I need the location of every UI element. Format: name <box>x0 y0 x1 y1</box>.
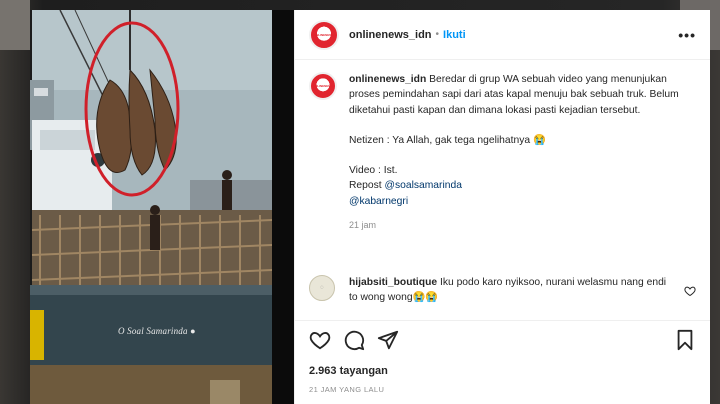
post-date: 21 JAM YANG LALU <box>309 385 385 394</box>
caption-netizen: Netizen : Ya Allah, gak tega ngelihatnya… <box>349 134 546 146</box>
commenter-username[interactable]: hijabsiti_boutique <box>349 277 437 288</box>
action-icons <box>309 329 696 353</box>
separator-dot: • <box>435 29 440 40</box>
commenter-avatar[interactable]: ◌ <box>309 275 335 301</box>
post-modal: O Soal Samarinda ● ONLINENEWS onlinenews… <box>30 10 710 404</box>
caption-avatar-logo-text: ONLINENEWS <box>312 84 334 88</box>
caption-time: 21 jam <box>349 220 377 231</box>
repost-link[interactable]: @soalsamarinda <box>385 180 462 191</box>
video-frame <box>30 10 294 404</box>
caption-main: onlinenews_idn Beredar di grup WA sebuah… <box>349 72 685 118</box>
post-actions: 2.963 tayangan 21 JAM YANG LALU <box>295 320 710 404</box>
post-media[interactable]: O Soal Samarinda ● <box>30 10 294 404</box>
heart-icon[interactable] <box>309 329 331 351</box>
caption-avatar[interactable]: ONLINENEWS <box>309 72 337 100</box>
more-icon[interactable]: ••• <box>678 27 696 43</box>
follow-button[interactable]: Ikuti <box>443 29 466 41</box>
comment-icon[interactable] <box>343 329 365 351</box>
avatar-logo-text: ONLINENEWS <box>313 32 335 37</box>
caption-repost: Repost @soalsamarinda <box>349 178 685 193</box>
caption-body: onlinenews_idn Beredar di grup WA sebuah… <box>349 72 685 233</box>
mention-link[interactable]: @kabarnegri <box>349 194 685 209</box>
comment-item: ◌ hijabsiti_boutique Iku podo karo nyiks… <box>309 275 696 306</box>
caption-credit: Video : Ist. <box>349 165 398 177</box>
backdrop-left-edge <box>0 0 30 50</box>
post-caption: ONLINENEWS onlinenews_idn Beredar di gru… <box>309 72 696 233</box>
author-username[interactable]: onlinenews_idn <box>349 29 432 41</box>
comment-body: hijabsiti_boutique Iku podo karo nyiksoo… <box>349 275 675 306</box>
author-avatar[interactable]: ONLINENEWS <box>309 19 339 50</box>
comment-like-icon[interactable] <box>684 285 696 297</box>
repost-prefix: Repost <box>349 180 382 192</box>
post-header: ONLINENEWS onlinenews_idn • Ikuti ••• <box>295 10 710 60</box>
video-watermark: O Soal Samarinda ● <box>118 326 196 336</box>
caption-username[interactable]: onlinenews_idn <box>349 74 426 85</box>
views-count[interactable]: 2.963 tayangan <box>309 365 388 377</box>
share-icon[interactable] <box>377 329 399 351</box>
bookmark-icon[interactable] <box>674 329 696 351</box>
post-panel: ONLINENEWS onlinenews_idn • Ikuti ••• ON… <box>294 10 710 404</box>
